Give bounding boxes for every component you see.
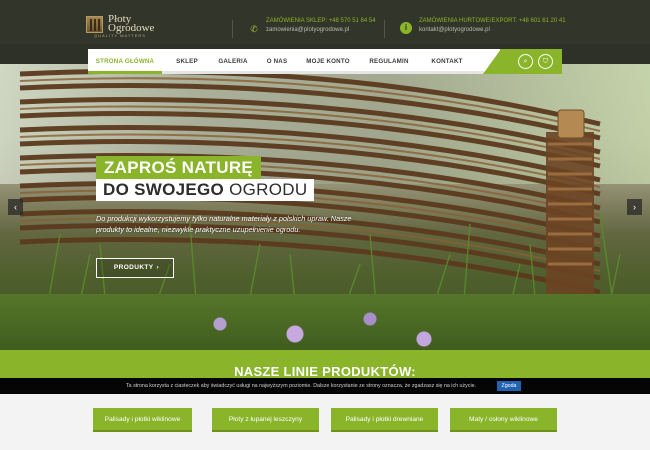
nav-accent-corner: [483, 49, 501, 74]
slider-prev-button[interactable]: ‹: [8, 199, 23, 215]
info-icon: i: [400, 22, 412, 34]
header-divider: [384, 20, 385, 38]
product-line-button[interactable]: Palisady i płotki wiklinowe: [93, 408, 192, 432]
cookie-bar: Ta strona korzysta z ciasteczek aby świa…: [0, 378, 650, 394]
contact-shop-phone[interactable]: +48 570 51 84 54: [329, 18, 376, 24]
hero-description: Do produkcji wykorzystujemy tylko natura…: [96, 214, 352, 234]
hero-headline-line2-rest: OGRODU: [229, 180, 308, 199]
fence-logo-icon: [86, 16, 103, 33]
chevron-left-icon: ‹: [14, 202, 17, 212]
contact-wholesale-phone[interactable]: +48 601 61 20 41: [519, 18, 566, 24]
nav-item-about[interactable]: O NAS: [254, 49, 300, 74]
contact-shop: ZAMÓWIENIA SKLEP: +48 570 51 84 54 zamow…: [266, 17, 376, 35]
cart-icon[interactable]: ⛉: [538, 54, 553, 69]
chevron-right-icon: ›: [633, 202, 636, 212]
main-navigation: STRONA GŁÓWNA SKLEP GALERIA O NAS MOJE K…: [88, 49, 562, 74]
product-line-button[interactable]: Palisady i płotki drewniane: [331, 408, 438, 432]
contact-shop-label: ZAMÓWIENIA SKLEP:: [266, 18, 328, 24]
nav-item-account[interactable]: MOJE KONTO: [300, 49, 356, 74]
nav-item-terms[interactable]: REGULAMIN: [356, 49, 422, 74]
product-line-button[interactable]: Maty / osłony wiklinowe: [450, 408, 557, 432]
chevron-right-icon: ›: [156, 264, 160, 271]
products-cta-button[interactable]: PRODUKTY ›: [96, 258, 174, 278]
slider-next-button[interactable]: ›: [627, 199, 642, 215]
hero-headline-line2-bold: DO SWOJEGO: [103, 180, 225, 199]
logo-text-line2: Ogrodowe: [108, 22, 155, 34]
product-line-button[interactable]: Płoty z łupanej leszczyny: [212, 408, 319, 432]
phone-icon: ✆: [250, 24, 258, 34]
product-lines-title: NASZE LINIE PRODUKTÓW:: [234, 364, 416, 378]
header-divider: [232, 20, 233, 38]
flowers: [160, 304, 460, 350]
logo-tagline: QUALITY MATTERS: [94, 33, 146, 38]
site-header: Płoty Ogrodowe QUALITY MATTERS ✆ ZAMÓWIE…: [0, 0, 650, 44]
logo[interactable]: Płoty Ogrodowe QUALITY MATTERS: [86, 13, 156, 39]
nav-item-contact[interactable]: KONTAKT: [422, 49, 472, 74]
hero-slider: [0, 64, 650, 350]
contact-wholesale-email[interactable]: kontakt@plotyogrodowe.pl: [419, 26, 566, 35]
nav-item-gallery[interactable]: GALERIA: [212, 49, 254, 74]
cookie-text: Ta strona korzysta z ciasteczek aby świa…: [126, 383, 477, 389]
hero-headline-line2: DO SWOJEGO OGRODU: [96, 179, 315, 201]
contact-wholesale-label: ZAMÓWIENIA HURTOWE/EXPORT:: [419, 18, 518, 24]
nav-item-shop[interactable]: SKLEP: [162, 49, 212, 74]
hero-headline-line1: ZAPROŚ NATURĘ: [96, 156, 262, 179]
nav-item-home[interactable]: STRONA GŁÓWNA: [88, 49, 162, 74]
product-lines-section: NASZE LINIE PRODUKTÓW:: [0, 350, 650, 378]
cookie-accept-button[interactable]: Zgoda: [497, 381, 521, 391]
contact-shop-email[interactable]: zamowienia@plotyogrodowe.pl: [266, 26, 376, 35]
search-icon[interactable]: ⌕: [518, 54, 533, 69]
products-cta-label: PRODUKTY: [113, 264, 154, 271]
contact-wholesale: ZAMÓWIENIA HURTOWE/EXPORT: +48 601 61 20…: [419, 17, 566, 35]
